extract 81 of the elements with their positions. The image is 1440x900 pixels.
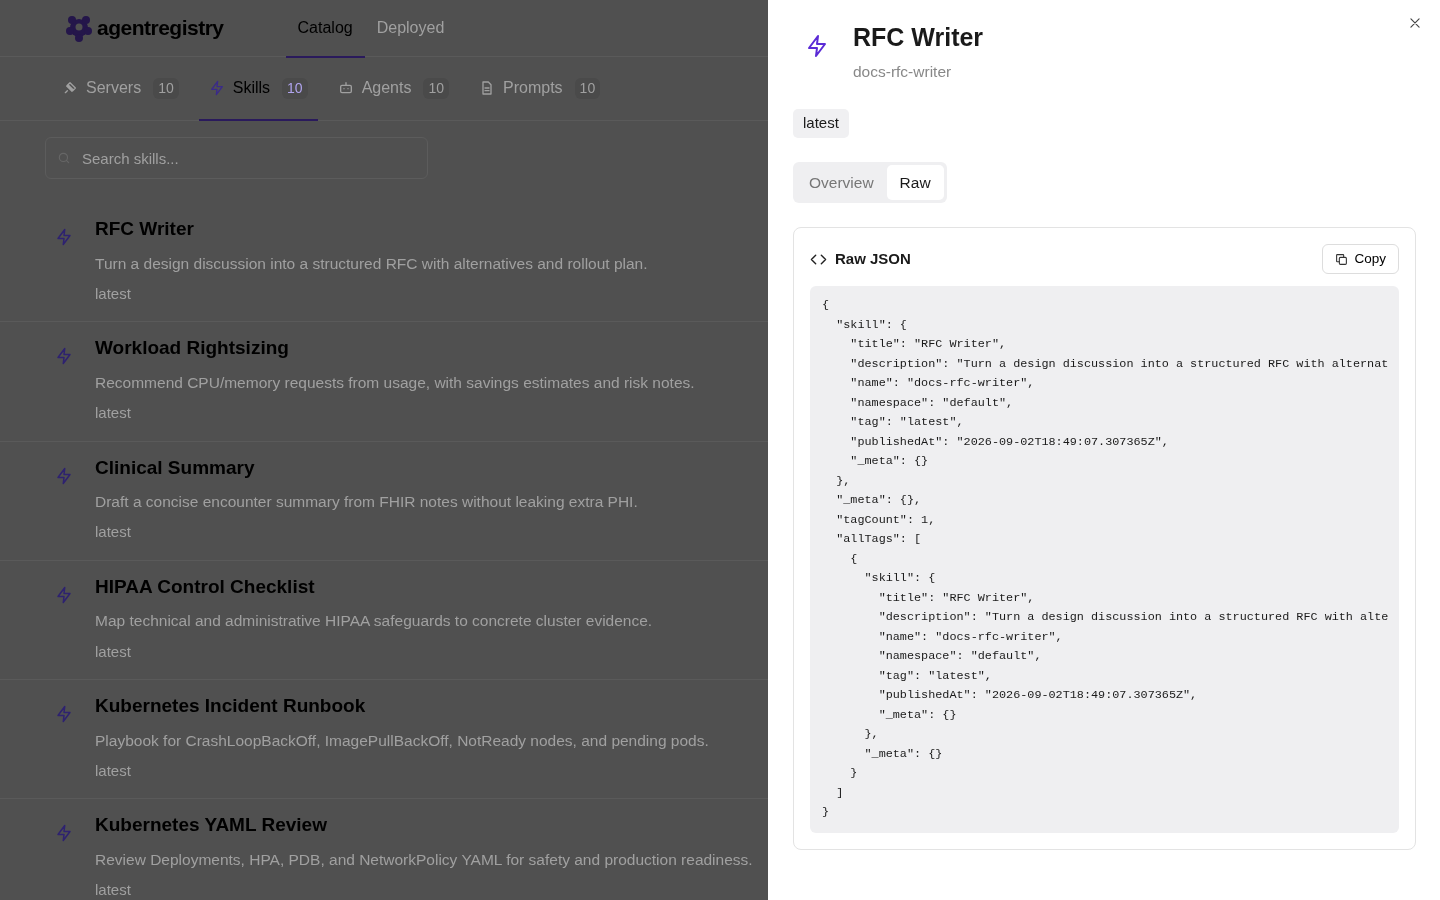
logo-text: agentregistry xyxy=(97,15,224,42)
view-tab[interactable]: Overview xyxy=(796,164,887,200)
copy-icon xyxy=(1335,252,1349,266)
code-line: }, xyxy=(863,726,879,744)
nav-tab[interactable]: Deployed xyxy=(364,0,457,58)
code-line: "name": "docs-rfc-writer", xyxy=(877,628,1063,646)
code-line: "namespace": "default", xyxy=(849,394,1014,412)
code-line: } xyxy=(822,804,830,822)
version-tag: latest xyxy=(95,640,131,663)
skill-title[interactable]: RFC Writer xyxy=(95,215,194,244)
code-line: "description": "Turn a design discussion into a structured RFC with alternat xyxy=(849,355,1389,373)
count-badge: 10 xyxy=(282,77,308,99)
code-line: } xyxy=(849,765,858,783)
code-line: "namespace": "default", xyxy=(877,648,1042,666)
close-icon xyxy=(1408,16,1422,30)
count-badge: 10 xyxy=(574,77,601,99)
category-tab[interactable]: Skills 10 xyxy=(198,57,318,121)
category-tab[interactable]: Prompts 10 xyxy=(469,57,611,121)
bolt-icon xyxy=(805,34,829,59)
code-line: "tag": "latest", xyxy=(877,667,992,685)
search-field[interactable]: Search skills... xyxy=(45,137,428,179)
code-line: "skill": { xyxy=(863,570,936,588)
code-line: }, xyxy=(835,472,851,490)
skill-title[interactable]: Clinical Summary xyxy=(95,453,255,482)
code-line: "description": "Turn a design discussion into a structured RFC with alte xyxy=(877,609,1389,627)
skill-title[interactable]: Kubernetes YAML Review xyxy=(95,811,327,840)
tab-label: Agents xyxy=(361,78,412,98)
bolt-icon xyxy=(208,80,225,96)
skill-title[interactable]: HIPAA Control Checklist xyxy=(95,572,315,602)
code-line: "_meta": {}, xyxy=(835,492,922,510)
bolt-icon xyxy=(55,824,73,843)
code-line: "title": "RFC Writer", xyxy=(849,336,1007,354)
code-line: "_meta": {} xyxy=(877,706,957,724)
skill-title[interactable]: Kubernetes Incident Runbook xyxy=(95,692,366,721)
skill-description: Recommend CPU/memory requests from usage, with savings estimates and risk notes. xyxy=(95,372,695,393)
code-line: "publishedAt": "2026-09-02T18:49:07.307365Z", xyxy=(849,433,1169,451)
count-badge: 10 xyxy=(153,77,179,99)
bolt-icon xyxy=(55,347,73,366)
code-line: "tagCount": 1, xyxy=(835,511,936,529)
count-badge: 10 xyxy=(423,77,449,99)
bolt-icon xyxy=(55,228,73,247)
code-line: "skill": { xyxy=(835,316,907,334)
category-tab[interactable]: Servers 10 xyxy=(52,57,189,121)
code-line: "name": "docs-rfc-writer", xyxy=(849,375,1035,393)
version-tag: latest xyxy=(793,109,849,138)
copy-button[interactable]: Copy xyxy=(1322,244,1399,275)
category-tab[interactable]: Agents 10 xyxy=(327,57,459,121)
skill-description: Map technical and administrative HIPAA safeguards to concrete cluster evidence. xyxy=(95,611,653,632)
view-tab[interactable]: Raw xyxy=(886,164,944,200)
code-line: ] xyxy=(835,784,844,802)
skill-description: Turn a design discussion into a structured RFC with alternatives and rollout plan. xyxy=(95,253,648,274)
version-tag: latest xyxy=(95,521,131,544)
panel-title: RFC Writer xyxy=(853,22,984,52)
bolt-icon xyxy=(55,466,73,485)
version-tag: latest xyxy=(95,879,131,900)
skill-name: docs-rfc-writer xyxy=(853,62,953,82)
skill-description: Playbook for CrashLoopBackOff, ImagePullBackOff, NotReady nodes, and pending pods. xyxy=(95,730,709,751)
version-tag: latest xyxy=(95,402,131,425)
tab-label: Skills xyxy=(232,78,271,98)
code-line: "allTags": [ xyxy=(835,531,922,549)
version-tag: latest xyxy=(95,282,131,306)
code-line: "publishedAt": "2026-09-02T18:49:07.307365Z", xyxy=(877,687,1198,705)
skill-description: Draft a concise encounter summary from FHIR notes without leaking extra PHI. xyxy=(95,492,638,512)
version-tag: latest xyxy=(95,759,131,783)
bolt-icon xyxy=(55,585,73,604)
skill-title[interactable]: Workload Rightsizing xyxy=(95,334,289,363)
code-line: { xyxy=(849,550,858,568)
code-line: "title": "RFC Writer", xyxy=(877,589,1035,607)
code-line: "_meta": {} xyxy=(849,453,929,471)
tab-label: Servers xyxy=(86,78,142,98)
tab-label: Prompts xyxy=(503,78,563,98)
document-icon xyxy=(479,80,495,96)
skill-description: Review Deployments, HPA, PDB, and NetworkPolicy YAML for safety and production readiness. xyxy=(95,849,753,870)
logo-icon xyxy=(65,14,93,42)
card-title: Raw JSON xyxy=(835,248,911,269)
bolt-icon xyxy=(55,705,73,724)
robot-icon xyxy=(337,80,354,96)
nav-tab[interactable]: Catalog xyxy=(285,0,365,58)
code-line: "_meta": {} xyxy=(863,745,943,763)
code-line: { xyxy=(822,297,830,315)
code-line: "tag": "latest", xyxy=(849,414,964,432)
